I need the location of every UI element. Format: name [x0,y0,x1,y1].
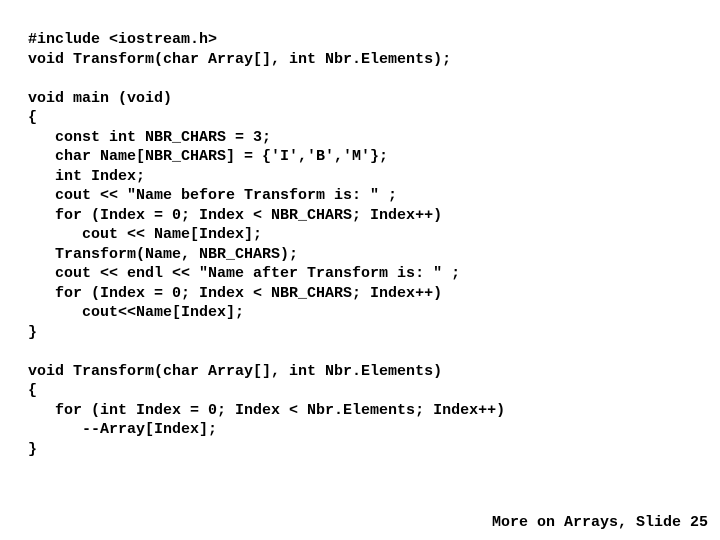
code-line: #include <iostream.h> [28,31,217,48]
code-block: #include <iostream.h> void Transform(cha… [28,30,505,459]
code-line: } [28,441,37,458]
code-line: { [28,109,37,126]
code-line: for (Index = 0; Index < NBR_CHARS; Index… [28,285,442,302]
code-line: int Index; [28,168,145,185]
code-line: void Transform(char Array[], int Nbr.Ele… [28,363,442,380]
code-line: --Array[Index]; [28,421,217,438]
code-line: } [28,324,37,341]
code-line: Transform(Name, NBR_CHARS); [28,246,298,263]
code-line: { [28,382,37,399]
code-line: void main (void) [28,90,172,107]
code-line: cout << Name[Index]; [28,226,262,243]
code-line: cout << "Name before Transform is: " ; [28,187,397,204]
code-line: cout << endl << "Name after Transform is… [28,265,460,282]
code-line: char Name[NBR_CHARS] = {'I','B','M'}; [28,148,388,165]
code-line: for (int Index = 0; Index < Nbr.Elements… [28,402,505,419]
slide-footer: More on Arrays, Slide 25 [492,513,708,533]
code-line: const int NBR_CHARS = 3; [28,129,271,146]
code-line: cout<<Name[Index]; [28,304,244,321]
code-line: void Transform(char Array[], int Nbr.Ele… [28,51,451,68]
code-line: for (Index = 0; Index < NBR_CHARS; Index… [28,207,442,224]
